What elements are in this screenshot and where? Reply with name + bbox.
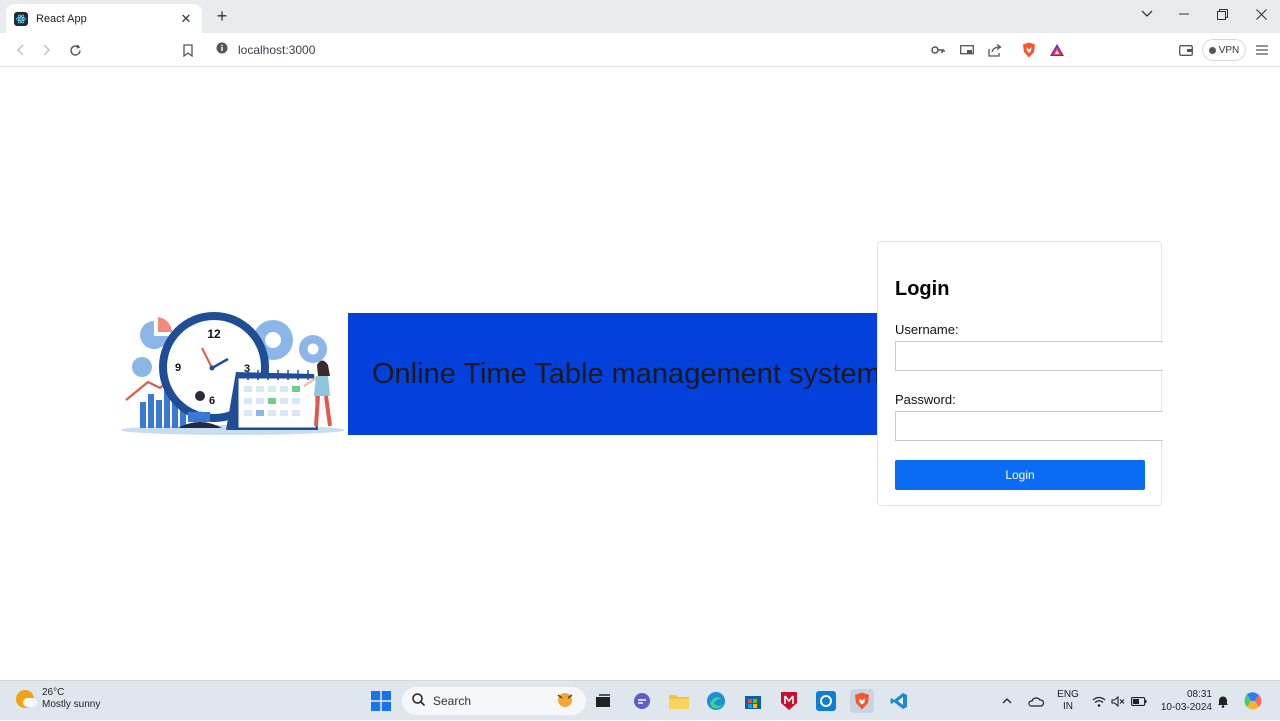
app-page: 12 3 6 9 Online Time Table management sy… <box>0 68 1280 680</box>
page-title: Online Time Table management system <box>372 357 878 390</box>
clock-time: 08:31 <box>1186 689 1212 700</box>
tab-search-chevron-icon[interactable] <box>1128 0 1166 28</box>
browser-tab-bar: React App ✕ + <box>0 0 1280 33</box>
system-clock[interactable]: 08:31 10-03-2024 <box>1156 688 1212 714</box>
login-form: Login Username: Password: Login <box>877 241 1163 506</box>
show-hidden-icons-chevron-icon[interactable] <box>1002 681 1012 721</box>
minimize-button[interactable] <box>1165 0 1203 28</box>
title-banner: Online Time Table management system <box>348 313 878 435</box>
file-explorer-icon[interactable] <box>667 689 691 713</box>
windows-start-icon[interactable] <box>369 689 393 713</box>
username-input[interactable] <box>895 341 1163 371</box>
taskbar-search[interactable]: Search <box>402 687 586 715</box>
mcafee-icon[interactable] <box>777 689 801 713</box>
tab-title: React App <box>36 12 87 25</box>
partly-sunny-icon <box>16 690 37 708</box>
back-icon[interactable] <box>10 40 30 60</box>
bookmark-icon[interactable] <box>178 40 198 60</box>
clock-number-12: 12 <box>207 327 221 341</box>
forward-icon[interactable] <box>37 40 57 60</box>
share-icon[interactable] <box>985 40 1005 60</box>
password-input[interactable] <box>895 411 1163 441</box>
language-indicator[interactable]: ENG IN <box>1056 681 1080 721</box>
url-text: localhost:3000 <box>238 43 316 57</box>
site-info-icon[interactable] <box>216 41 228 59</box>
region-code: IN <box>1063 701 1073 712</box>
react-favicon-icon <box>14 11 28 26</box>
menu-icon[interactable] <box>1252 40 1272 60</box>
clock-number-6: 6 <box>209 395 215 407</box>
task-view-icon[interactable] <box>591 689 615 713</box>
vpn-button[interactable]: VPN <box>1202 39 1246 61</box>
cast-icon[interactable] <box>957 40 977 60</box>
password-key-icon[interactable] <box>928 40 948 60</box>
tab-close-icon[interactable]: ✕ <box>178 11 194 27</box>
brave-browser-icon[interactable] <box>850 689 874 713</box>
onedrive-cloud-icon[interactable] <box>1028 681 1044 721</box>
battery-icon[interactable] <box>1131 681 1147 721</box>
search-highlight-icon <box>554 691 576 712</box>
brave-shields-icon[interactable] <box>1019 40 1039 60</box>
new-tab-button[interactable]: + <box>212 6 232 26</box>
close-window-button[interactable] <box>1242 0 1280 28</box>
copilot-icon[interactable] <box>1243 681 1263 721</box>
reload-icon[interactable] <box>65 40 85 60</box>
browser-toolbar: localhost:3000 VPN <box>0 33 1280 67</box>
login-heading: Login <box>895 278 950 300</box>
volume-muted-icon[interactable] <box>1111 681 1125 721</box>
password-label: Password: <box>895 392 956 407</box>
brave-rewards-icon[interactable] <box>1047 40 1067 60</box>
tab-react-app[interactable]: React App ✕ <box>6 4 202 33</box>
restore-button[interactable] <box>1203 0 1241 28</box>
wallet-icon[interactable] <box>1176 40 1196 60</box>
weather-temp: 26°C <box>42 687 65 698</box>
search-icon <box>412 693 426 709</box>
vpn-status-icon <box>1208 46 1216 54</box>
edge-browser-icon[interactable] <box>704 689 728 713</box>
windows-taskbar: 26°C Mostly sunny Search ENG IN 08:31 10… <box>0 680 1280 720</box>
weather-widget[interactable]: 26°C Mostly sunny <box>16 687 100 711</box>
username-label: Username: <box>895 322 959 337</box>
clock-number-9: 9 <box>175 362 181 374</box>
search-placeholder: Search <box>433 694 472 708</box>
login-button[interactable]: Login <box>895 460 1145 490</box>
teams-chat-icon[interactable] <box>630 689 654 713</box>
wifi-icon[interactable] <box>1092 681 1106 721</box>
microsoft-store-icon[interactable] <box>741 689 765 713</box>
language-code: ENG <box>1057 689 1079 700</box>
timetable-illustration: 12 3 6 9 <box>121 312 345 435</box>
notifications-bell-icon[interactable] <box>1217 681 1229 721</box>
cortana-app-icon[interactable] <box>814 689 838 713</box>
clock-date: 10-03-2024 <box>1160 702 1212 713</box>
weather-desc: Mostly sunny <box>42 699 101 710</box>
vscode-icon[interactable] <box>887 689 911 713</box>
vpn-label: VPN <box>1218 44 1240 56</box>
